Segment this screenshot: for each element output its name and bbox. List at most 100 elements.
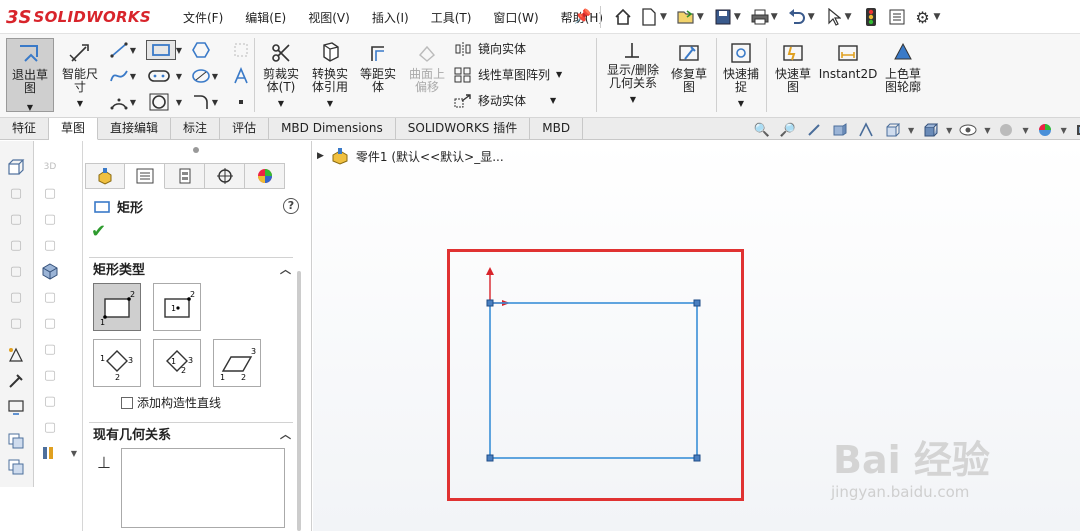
sketch-plane-icon[interactable] xyxy=(6,397,26,417)
add-construction-lines-row[interactable]: 添加构造性直线 xyxy=(121,394,221,411)
chevron-down-icon[interactable]: ▼ xyxy=(697,12,704,22)
quick-snaps-button[interactable]: 快速捕 捉 ▼ xyxy=(720,40,762,110)
trim-entities-button[interactable]: 剪裁实 体(T) ▼ xyxy=(258,40,304,110)
instant2d-button[interactable]: Instant2D xyxy=(819,40,877,81)
chevron-down-icon[interactable]: ▼ xyxy=(556,70,562,79)
copy-entities-icon[interactable] xyxy=(6,457,26,477)
chevron-down-icon[interactable]: ▼ xyxy=(174,66,184,86)
tab-mbd[interactable]: MBD xyxy=(530,118,584,140)
chevron-down-icon[interactable]: ▼ xyxy=(1022,126,1028,135)
chevron-down-icon[interactable]: ▼ xyxy=(1061,126,1067,135)
panel-scrollbar[interactable] xyxy=(297,271,301,531)
chevron-down-icon[interactable]: ▼ xyxy=(738,97,744,110)
point-icon[interactable] xyxy=(230,92,252,112)
offset-entities-button[interactable]: 等距实 体 xyxy=(356,40,400,94)
new-document-icon[interactable] xyxy=(638,6,660,28)
tab-feature-manager[interactable] xyxy=(85,163,125,189)
chevron-down-icon[interactable]: ▼ xyxy=(64,443,84,463)
chevron-down-icon[interactable]: ▼ xyxy=(934,12,941,22)
chevron-down-icon[interactable]: ▼ xyxy=(174,40,184,60)
tab-display-manager[interactable] xyxy=(245,163,285,189)
existing-relations-group-header[interactable]: 现有几何关系 ︿ xyxy=(89,422,293,444)
shaded-sketch-contours-button[interactable]: 上色草 图轮廓 xyxy=(878,40,928,94)
view-cube-icon[interactable] xyxy=(6,157,26,177)
zoom-to-fit-icon[interactable]: 🔍 xyxy=(752,121,772,139)
tab-dimxpert-manager[interactable] xyxy=(205,163,245,189)
select-icon[interactable] xyxy=(823,6,845,28)
line-icon[interactable] xyxy=(108,40,130,60)
tab-property-manager[interactable] xyxy=(125,163,165,189)
polygon-icon[interactable] xyxy=(190,40,212,60)
pin-icon[interactable]: 📌 xyxy=(574,9,591,25)
panel-grip[interactable] xyxy=(193,147,199,153)
chevron-down-icon[interactable]: ▼ xyxy=(128,66,138,86)
undo-icon[interactable] xyxy=(786,6,808,28)
hide-show-items-icon[interactable] xyxy=(958,121,978,139)
sketch-entity-icon[interactable] xyxy=(6,345,26,365)
help-button[interactable]: ? xyxy=(283,198,299,214)
chevron-down-icon[interactable]: ▼ xyxy=(946,126,952,135)
chevron-down-icon[interactable]: ▼ xyxy=(734,12,741,22)
exit-sketch-button[interactable]: 退出草 图 ▼ xyxy=(6,38,54,112)
collapse-icon[interactable]: ︿ xyxy=(280,261,291,277)
fillet-icon[interactable] xyxy=(190,92,212,112)
ellipse-icon[interactable] xyxy=(190,66,212,86)
chevron-down-icon[interactable]: ▼ xyxy=(128,92,138,112)
isometric-cube-icon[interactable] xyxy=(40,261,60,281)
tab-direct-editing[interactable]: 直接编辑 xyxy=(98,118,172,140)
dynamic-annotation-icon[interactable] xyxy=(856,121,876,139)
display-delete-relations-button[interactable]: 显示/删除 几何关系 ▼ xyxy=(600,40,666,106)
chevron-down-icon[interactable]: ▼ xyxy=(278,97,284,110)
repair-sketch-button[interactable]: 修复草 图 xyxy=(668,40,710,94)
tab-sketch[interactable]: 草图 xyxy=(49,118,99,140)
menu-tools[interactable]: 工具(T) xyxy=(420,9,483,26)
open-icon[interactable] xyxy=(675,6,697,28)
linear-sketch-pattern-button[interactable]: 线性草图阵列 ▼ xyxy=(454,66,562,83)
collapse-icon[interactable]: ︿ xyxy=(280,426,291,442)
tab-evaluate[interactable]: 评估 xyxy=(220,118,270,140)
slot-icon[interactable] xyxy=(146,66,172,86)
copy-entities-icon[interactable] xyxy=(6,431,26,451)
convert-entities-button[interactable]: 转换实 体引用 ▼ xyxy=(306,40,354,110)
chevron-down-icon[interactable]: ▼ xyxy=(550,96,556,105)
chevron-down-icon[interactable]: ▼ xyxy=(210,92,220,112)
view-settings-icon[interactable] xyxy=(1073,121,1080,139)
menu-window[interactable]: 窗口(W) xyxy=(482,9,549,26)
tab-markup[interactable]: 标注 xyxy=(171,118,221,140)
save-icon[interactable] xyxy=(712,6,734,28)
rectangle-type-group-header[interactable]: 矩形类型 ︿ xyxy=(89,257,293,279)
menu-file[interactable]: 文件(F) xyxy=(172,9,234,26)
chevron-down-icon[interactable]: ▼ xyxy=(174,92,184,112)
menu-view[interactable]: 视图(V) xyxy=(297,9,361,26)
corner-rectangle-button[interactable]: 12 xyxy=(93,283,141,331)
rectangle-icon[interactable] xyxy=(146,40,176,60)
chevron-down-icon[interactable]: ▼ xyxy=(327,97,333,110)
chevron-down-icon[interactable]: ▼ xyxy=(984,126,990,135)
menu-insert[interactable]: 插入(I) xyxy=(361,9,420,26)
existing-relations-list[interactable] xyxy=(121,448,285,528)
section-view-icon[interactable] xyxy=(830,121,850,139)
apply-scene-icon[interactable] xyxy=(1035,121,1055,139)
3-point-corner-rectangle-button[interactable]: 1 32 xyxy=(93,339,141,387)
rebuild-icon[interactable] xyxy=(860,6,882,28)
arc-icon[interactable] xyxy=(108,92,130,112)
tab-solidworks-addins[interactable]: SOLIDWORKS 插件 xyxy=(396,118,531,140)
file-properties-icon[interactable] xyxy=(886,6,908,28)
mirror-entities-button[interactable]: 镜向实体 xyxy=(454,40,526,57)
menu-edit[interactable]: 编辑(E) xyxy=(234,9,297,26)
chevron-down-icon[interactable]: ▼ xyxy=(845,12,852,22)
print-icon[interactable] xyxy=(749,6,771,28)
spline-icon[interactable] xyxy=(108,66,130,86)
chevron-down-icon[interactable]: ▼ xyxy=(630,93,636,106)
chevron-down-icon[interactable]: ▼ xyxy=(210,66,220,86)
text-icon[interactable] xyxy=(230,66,252,86)
move-entities-button[interactable]: 移动实体 ▼ xyxy=(454,92,556,109)
ok-button[interactable]: ✔ xyxy=(91,221,106,242)
tab-features[interactable]: 特征 xyxy=(0,118,50,140)
chevron-down-icon[interactable]: ▼ xyxy=(27,101,33,114)
smart-dimension-button[interactable]: 智能尺 寸 ▼ xyxy=(58,40,102,110)
home-icon[interactable] xyxy=(612,6,634,28)
center-rectangle-button[interactable]: 12 xyxy=(153,283,201,331)
3-point-center-rectangle-button[interactable]: 1 32 xyxy=(153,339,201,387)
tab-configuration-manager[interactable] xyxy=(165,163,205,189)
